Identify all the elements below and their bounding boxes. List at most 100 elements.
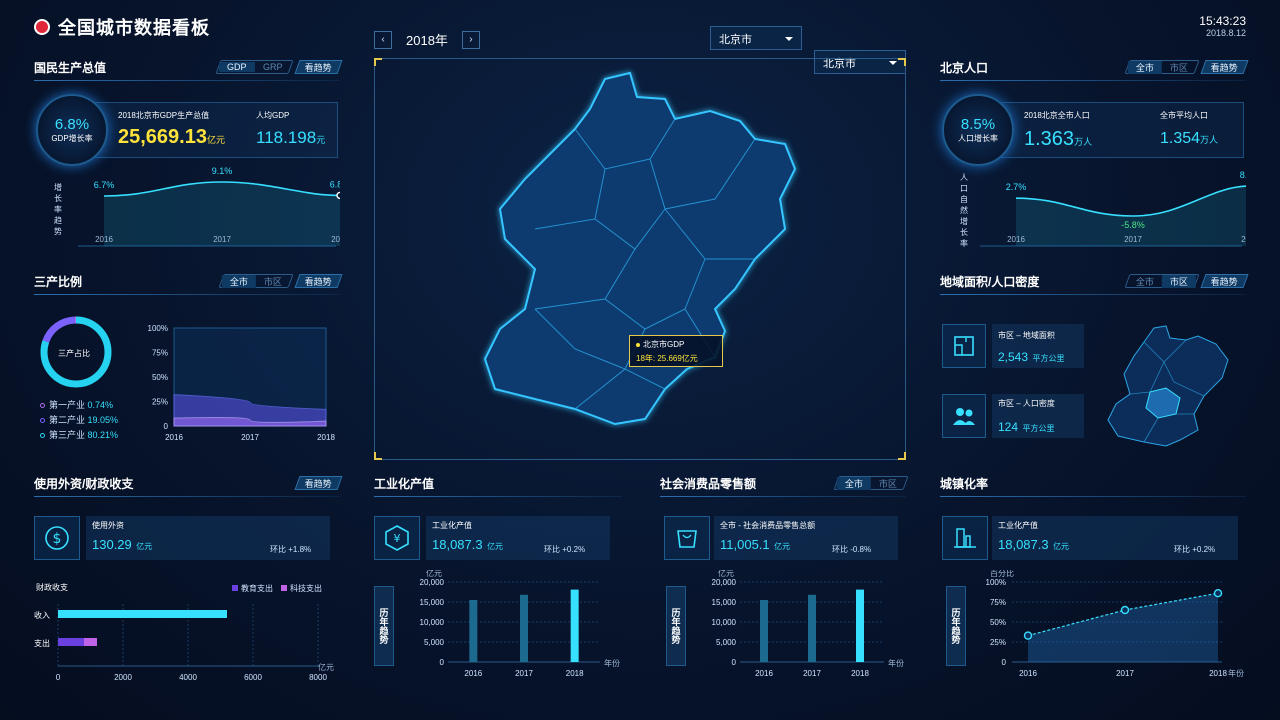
population-rate-value: 8.5% (960, 116, 996, 133)
x-tick-label: 2017 (515, 669, 533, 678)
area-tab-group: 全市 市区 (1124, 274, 1200, 288)
y-tick-label: 15,000 (712, 598, 737, 607)
population-side-label: 人口自然增长率 (960, 173, 968, 248)
chart-end-marker (336, 191, 340, 200)
gdp-rate-value: 6.8% (54, 116, 90, 133)
tab-gdp[interactable]: GDP (218, 62, 255, 72)
x-tick-label: 6000 (244, 673, 262, 682)
y-tick-label: 5,000 (424, 638, 445, 647)
gdp-per-unit: 元 (316, 135, 326, 145)
density-label: 市区 – 人口密度 (998, 399, 1055, 408)
y-tick-label: 100% (986, 578, 1006, 587)
data-point (1023, 631, 1033, 640)
x-unit-label: 年份 (888, 658, 904, 668)
gdp-growth-chart: 6.7% 2016 9.1% 2017 6.8% 2018 (78, 166, 340, 247)
density-value: 124 (998, 420, 1019, 434)
area-panel: 地域面积/人口密度 全市 市区 看趋势 市区 – 地域面积 2,543 平方公里 … (940, 272, 1249, 447)
density-icon-box (942, 394, 986, 438)
y-tick-label: 0 (1002, 658, 1007, 667)
fdi-value: 130.29 (92, 537, 132, 552)
x-tick-label: 2017 (1124, 235, 1142, 244)
map-tooltip: 北京市GDP 18年: 25.669亿元 (629, 335, 723, 367)
tab-city[interactable]: 全市 (221, 274, 256, 288)
fiscal-bar-chart: 0 2000 4000 6000 8000亿元 收入支出 (34, 604, 334, 682)
y-tick-label: 75% (152, 349, 168, 358)
tab-district[interactable]: 市区 (1162, 61, 1196, 74)
x-tick-label: 2016 (95, 235, 113, 244)
industry-panel: 三产比例 全市 市区 看趋势 三产占比 第一产业 0.74% 第二产业 19.05… (34, 272, 343, 447)
logo-icon (34, 19, 50, 35)
clock-time: 15:43:23 (1199, 14, 1246, 28)
gdp-title: 国民生产总值 (34, 60, 107, 75)
retail-side-label: 历年趋势 (670, 608, 681, 644)
density-unit: 平方公里 (1022, 424, 1055, 433)
year-switcher: ‹ 2018年 › (374, 30, 480, 49)
x-tick-label: 8000 (309, 673, 327, 682)
area-trend-button[interactable]: 看趋势 (1200, 274, 1249, 288)
clock: 15:43:23 2018.8.12 (1199, 14, 1246, 38)
fdi-trend-button[interactable]: 看趋势 (294, 476, 343, 490)
x-tick-label: 2000 (114, 673, 132, 682)
x-tick-label: 4000 (179, 673, 197, 682)
y-tick-label: 20,000 (712, 578, 737, 587)
urban-title: 城镇化率 (940, 476, 989, 491)
legend-secondary: 第二产业 19.05% (40, 413, 118, 428)
gdp-trend-button[interactable]: 看趋势 (294, 60, 343, 74)
industrial-side-tab: 历年趋势 (374, 586, 394, 666)
map-outline[interactable] (483, 71, 797, 426)
urban-line-chart: 百分比100% 75% 50% 25% 0 年份 2016 2017 2018 (986, 570, 1244, 678)
tab-city[interactable]: 全市 (836, 476, 871, 490)
industrial-icon-box: ¥ (374, 516, 420, 560)
industry-area-chart: 100% 75% 50% 25% 0 2016 2017 2018 (148, 324, 336, 442)
tab-district[interactable]: 市区 (1161, 274, 1196, 288)
province-select[interactable]: 北京市 (710, 26, 802, 50)
x-unit-label: 年份 (604, 658, 620, 668)
bar (520, 594, 528, 662)
x-tick-label: 2018 (331, 235, 340, 244)
tab-city[interactable]: 全市 (1127, 60, 1162, 74)
floorplan-icon (954, 336, 974, 356)
area-label: 市区 – 地域面积 (998, 331, 1055, 340)
tab-district[interactable]: 市区 (256, 275, 290, 288)
next-year-button[interactable]: › (461, 30, 480, 49)
retail-unit: 亿元 (774, 542, 791, 551)
gdp-side-label: 增长率趋势 (54, 183, 62, 236)
category-label: 支出 (34, 638, 50, 648)
tab-district[interactable]: 市区 (871, 477, 905, 490)
industry-trend-button[interactable]: 看趋势 (294, 274, 343, 288)
legend-primary: 第一产业 0.74% (40, 398, 118, 413)
y-tick-label: 25% (990, 638, 1006, 647)
population-trend-button[interactable]: 看趋势 (1200, 60, 1249, 74)
province-select-value: 北京市 (719, 34, 752, 46)
tab-city[interactable]: 全市 (1128, 275, 1162, 288)
map-frame: 北京市GDP 18年: 25.669亿元 (374, 58, 906, 460)
prev-year-button[interactable]: ‹ (374, 30, 392, 49)
y-tick-label: 0 (440, 658, 445, 667)
x-unit-label: 年份 (1228, 668, 1244, 678)
clock-date: 2018.8.12 (1205, 28, 1246, 38)
point-label: 6.8% (330, 179, 340, 189)
gdp-total-value: 25,669.13 (118, 126, 207, 148)
y-tick-label: 75% (990, 598, 1006, 607)
app-header: 全国城市数据看板 (34, 14, 210, 40)
gdp-rate-label: GDP增长率 (51, 134, 93, 143)
urban-label: 工业化产值 (998, 521, 1038, 530)
x-tick-label: 2017 (803, 669, 821, 678)
industry-title: 三产比例 (34, 274, 83, 289)
y-unit-label: 亿元 (426, 570, 442, 578)
point-label: 8.5% (1240, 170, 1246, 180)
y-tick-label: 50% (152, 373, 168, 382)
industrial-bar-chart: 亿元20,000 15,000 10,000 5,000 0 年份 2016 2017 2018 (420, 570, 620, 678)
bar (760, 600, 768, 662)
fdi-unit: 亿元 (136, 542, 153, 551)
tab-grp[interactable]: GRP (254, 62, 290, 72)
fiscal-title: 财政收支 (36, 583, 68, 592)
yuan-hexagon-icon: ¥ (385, 525, 409, 551)
population-total-label: 2018北京全市人口 (1024, 111, 1090, 120)
people-icon (953, 408, 975, 425)
bar-expense-科技支出 (84, 638, 97, 646)
gdp-trend-label: 看趋势 (304, 63, 332, 73)
chevron-left-icon: ‹ (381, 34, 385, 45)
y-tick-label: 15,000 (420, 598, 445, 607)
population-avg-unit: 万人 (1200, 135, 1219, 145)
